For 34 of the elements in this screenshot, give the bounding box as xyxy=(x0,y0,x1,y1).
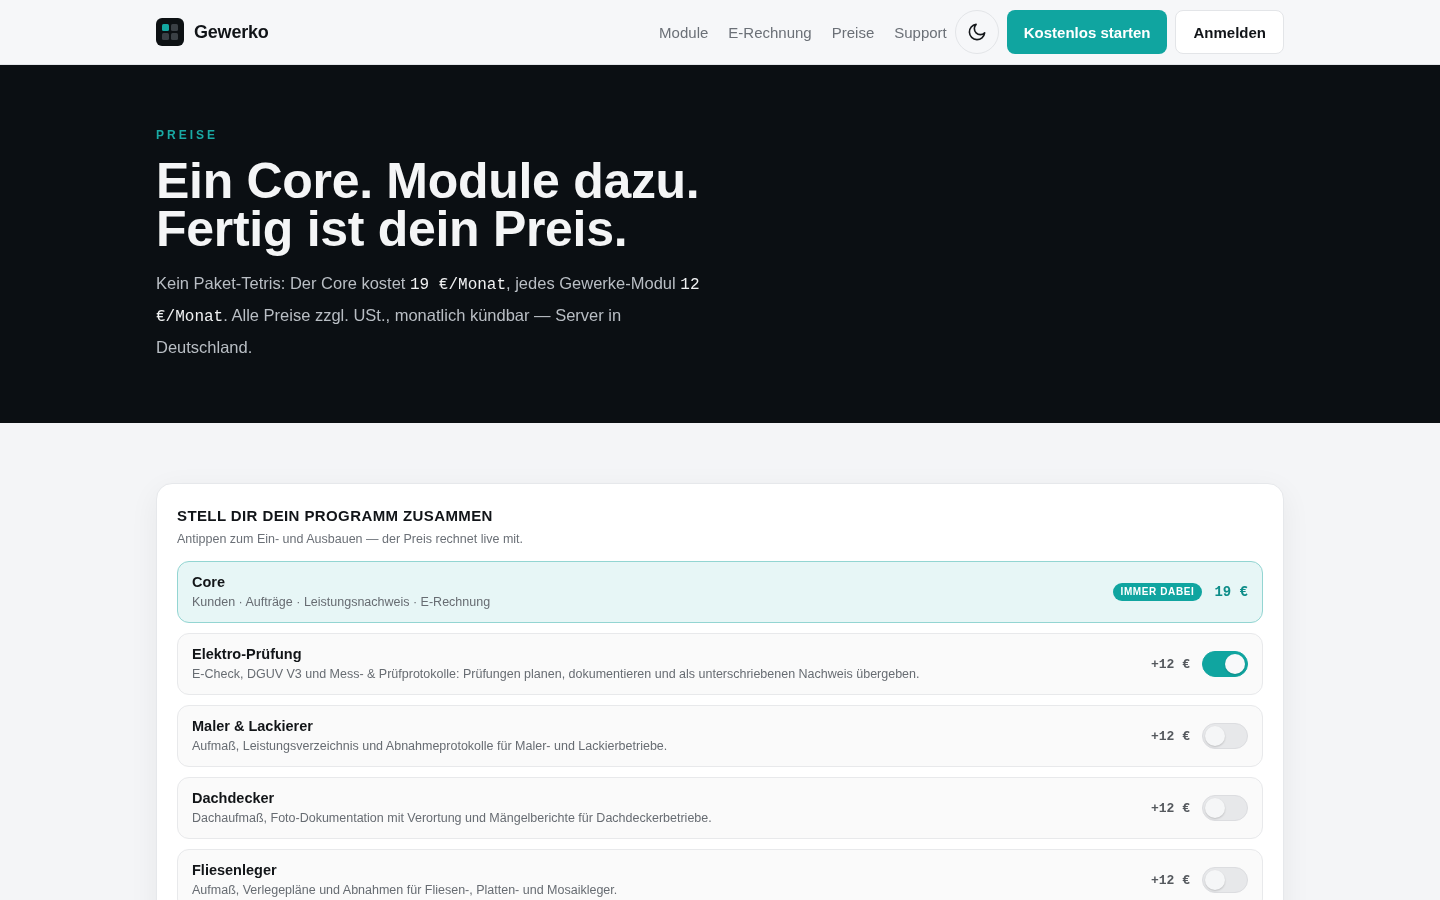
price-label: +12 € xyxy=(1151,656,1190,672)
module-description: Kunden · Aufträge · Leistungsnachweis · E-Rechnung xyxy=(192,594,491,611)
module-name: Core xyxy=(192,573,226,592)
moon-icon xyxy=(967,23,986,41)
price-label: +12 € xyxy=(1151,728,1190,744)
module-description: E-Check, DGUV V3 und Mess- & Prüfprotokolle: Prüfungen planen, dokumentieren und als unterschriebenen Nachweis übergeben. xyxy=(192,666,920,683)
nav-link[interactable]: Preise xyxy=(831,23,875,41)
module-card[interactable]: Dachdecker Dachaufmaß, Foto-Dokumentation mit Verortung und Mängelberichte für Dachdeckerbetriebe. +12 € xyxy=(177,777,1263,839)
module-name: Dachdecker xyxy=(192,789,275,808)
module-card[interactable]: Elektro-Prüfung E-Check, DGUV V3 und Mess- & Prüfprotokolle: Prüfungen planen, dokumentieren und als unterschriebenen Nachweis übergeben. +12 € xyxy=(177,633,1263,695)
price-label: 19 € xyxy=(1214,584,1248,600)
configurator-title: STELL DIR DEIN PROGRAMM ZUSAMMEN xyxy=(177,506,494,526)
module-name: Maler & Lackierer xyxy=(192,717,313,736)
login-button[interactable]: Anmelden xyxy=(1175,10,1284,54)
module-card[interactable]: Maler & Lackierer Aufmaß, Leistungsverzeichnis und Abnahmeprotokolle für Maler- und Lackierbetriebe. +12 € xyxy=(177,705,1263,767)
module-description: Aufmaß, Verlegepläne und Abnahmen für Fliesen-, Platten- und Mosaikleger. xyxy=(192,882,618,899)
module-name: Fliesenleger xyxy=(192,861,277,880)
logo-icon xyxy=(156,18,184,46)
module-description: Dachaufmaß, Foto-Dokumentation mit Verortung und Mängelberichte für Dachdeckerbetriebe. xyxy=(192,810,712,827)
module-card[interactable]: Fliesenleger Aufmaß, Verlegepläne und Abnahmen für Fliesen-, Platten- und Mosaikleger. +12 € xyxy=(177,849,1263,900)
nav-link[interactable]: Support xyxy=(894,23,947,41)
section-eyebrow: PREISE xyxy=(156,127,218,143)
price-label: +12 € xyxy=(1151,800,1190,816)
module-description: Aufmaß, Leistungsverzeichnis und Abnahmeprotokolle für Maler- und Lackierbetriebe. xyxy=(192,738,668,755)
nav-link[interactable]: E-Rechnung xyxy=(728,23,812,41)
nav-link[interactable]: Module xyxy=(659,23,709,41)
price-label: +12 € xyxy=(1151,872,1190,888)
configurator-subtitle: Antippen zum Ein- und Ausbauen — der Preis rechnet live mit. xyxy=(177,531,524,548)
hero-intro: Kein Paket-Tetris: Der Core kostet 19 €/Monat, jedes Gewerke-Modul 12 €/Monat. Alle Preise zzgl. USt., monatlich kündbar — Server in Deutschland. xyxy=(156,273,701,358)
toggle-switch[interactable] xyxy=(1202,651,1248,677)
status-badge: IMMER DABEI xyxy=(1112,583,1203,601)
brand-name[interactable]: Gewerko xyxy=(194,21,269,43)
theme-toggle-button[interactable] xyxy=(954,10,999,54)
module-name: Elektro-Prüfung xyxy=(192,645,302,664)
